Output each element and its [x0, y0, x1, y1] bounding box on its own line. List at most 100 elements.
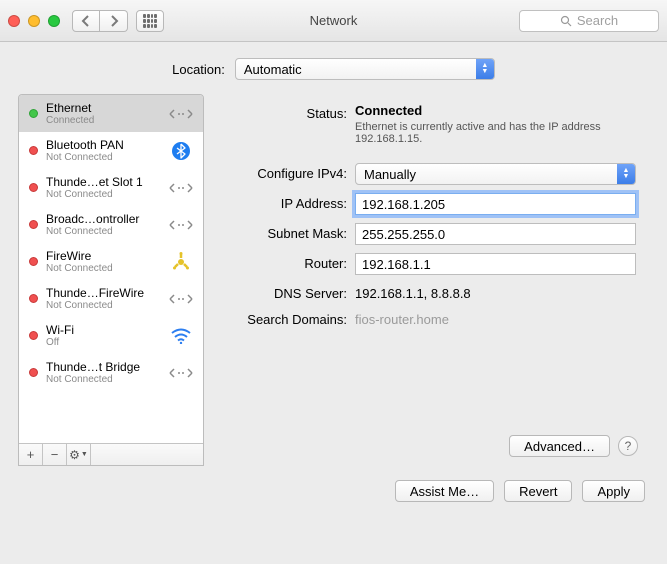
dns-server-value: 192.168.1.1, 8.8.8.8	[355, 283, 648, 301]
interface-item-bluetooth[interactable]: Bluetooth PAN Not Connected	[19, 132, 203, 169]
search-placeholder: Search	[577, 13, 618, 28]
interface-status: Not Connected	[46, 263, 167, 274]
interface-list: Ethernet Connected Bluetooth PAN Not Con…	[19, 95, 203, 443]
ethernet-icon	[167, 178, 195, 198]
interface-status: Not Connected	[46, 374, 167, 385]
interface-text: Thunde…et Slot 1 Not Connected	[46, 175, 167, 200]
window-title: Network	[310, 13, 358, 28]
status-dot-connected-icon	[29, 109, 38, 118]
back-button[interactable]	[72, 10, 100, 32]
interface-text: Wi-Fi Off	[46, 323, 167, 348]
interface-status: Not Connected	[46, 300, 167, 311]
window-controls	[8, 15, 60, 27]
advanced-row: Advanced… ?	[509, 435, 638, 457]
router-label: Router:	[217, 253, 355, 271]
help-button[interactable]: ?	[618, 436, 638, 456]
configure-ipv4-label: Configure IPv4:	[217, 163, 355, 181]
add-interface-button[interactable]: +	[19, 444, 43, 465]
router-input[interactable]	[355, 253, 636, 275]
interface-item-ethernet[interactable]: Ethernet Connected	[19, 95, 203, 132]
ethernet-icon	[167, 363, 195, 383]
interface-name: Ethernet	[46, 101, 167, 115]
ethernet-icon	[167, 289, 195, 309]
search-input[interactable]: Search	[519, 10, 659, 32]
select-arrows-icon: ▲▼	[476, 59, 494, 79]
search-domains-value: fios-router.home	[355, 309, 648, 327]
grid-icon	[143, 14, 157, 28]
dns-server-label: DNS Server:	[217, 283, 355, 301]
content: Location: Automatic ▲▼ Ethernet Connecte…	[0, 42, 667, 514]
interface-item-wifi[interactable]: Wi-Fi Off	[19, 317, 203, 354]
interface-item-thunderbolt-firewire[interactable]: Thunde…FireWire Not Connected	[19, 280, 203, 317]
interface-item-broadcom[interactable]: Broadc…ontroller Not Connected	[19, 206, 203, 243]
location-row: Location: Automatic ▲▼	[18, 58, 649, 80]
interface-name: Wi-Fi	[46, 323, 167, 337]
search-domains-label: Search Domains:	[217, 309, 355, 327]
wifi-icon	[167, 326, 195, 346]
select-arrows-icon: ▲▼	[617, 164, 635, 184]
interface-status: Connected	[46, 115, 167, 126]
nav-buttons	[72, 10, 128, 32]
interface-text: FireWire Not Connected	[46, 249, 167, 274]
status-value: Connected	[355, 103, 422, 118]
sidebar-footer: + − ⚙▼	[19, 443, 203, 465]
interface-actions-button[interactable]: ⚙▼	[67, 444, 91, 465]
status-message: Ethernet is currently active and has the…	[355, 121, 605, 145]
bottom-buttons: Assist Me… Revert Apply	[18, 480, 649, 502]
ip-address-label: IP Address:	[217, 193, 355, 211]
gear-icon: ⚙	[69, 448, 80, 462]
interface-name: FireWire	[46, 249, 167, 263]
close-window-button[interactable]	[8, 15, 20, 27]
interface-name: Bluetooth PAN	[46, 138, 167, 152]
interface-item-firewire[interactable]: FireWire Not Connected	[19, 243, 203, 280]
forward-button[interactable]	[100, 10, 128, 32]
interface-name: Broadc…ontroller	[46, 212, 167, 226]
chevron-left-icon	[81, 15, 91, 27]
remove-interface-button[interactable]: −	[43, 444, 67, 465]
interface-item-thunderbolt-bridge[interactable]: Thunde…t Bridge Not Connected	[19, 354, 203, 391]
interface-text: Bluetooth PAN Not Connected	[46, 138, 167, 163]
interface-text: Broadc…ontroller Not Connected	[46, 212, 167, 237]
bluetooth-icon	[167, 141, 195, 161]
configure-ipv4-value: Manually	[364, 167, 416, 182]
assist-me-button[interactable]: Assist Me…	[395, 480, 494, 502]
main-row: Ethernet Connected Bluetooth PAN Not Con…	[18, 94, 649, 466]
location-value: Automatic	[244, 62, 302, 77]
interface-name: Thunde…t Bridge	[46, 360, 167, 374]
firewire-icon	[167, 252, 195, 272]
ip-address-input[interactable]	[355, 193, 636, 215]
minimize-window-button[interactable]	[28, 15, 40, 27]
status-dot-disconnected-icon	[29, 331, 38, 340]
interface-item-thunderbolt-slot1[interactable]: Thunde…et Slot 1 Not Connected	[19, 169, 203, 206]
interface-text: Thunde…FireWire Not Connected	[46, 286, 167, 311]
status-dot-disconnected-icon	[29, 294, 38, 303]
configure-ipv4-select[interactable]: Manually ▲▼	[355, 163, 636, 185]
show-all-button[interactable]	[136, 10, 164, 32]
status-dot-disconnected-icon	[29, 220, 38, 229]
interface-status: Off	[46, 337, 167, 348]
chevron-right-icon	[109, 15, 119, 27]
status-dot-disconnected-icon	[29, 146, 38, 155]
revert-button[interactable]: Revert	[504, 480, 572, 502]
subnet-mask-input[interactable]	[355, 223, 636, 245]
location-select[interactable]: Automatic ▲▼	[235, 58, 495, 80]
interface-status: Not Connected	[46, 189, 167, 200]
status-value-wrap: Connected Ethernet is currently active a…	[355, 103, 648, 145]
interface-text: Ethernet Connected	[46, 101, 167, 126]
advanced-button[interactable]: Advanced…	[509, 435, 610, 457]
status-label: Status:	[217, 103, 355, 121]
status-dot-disconnected-icon	[29, 183, 38, 192]
ethernet-icon	[167, 215, 195, 235]
subnet-mask-label: Subnet Mask:	[217, 223, 355, 241]
interface-status: Not Connected	[46, 152, 167, 163]
interface-text: Thunde…t Bridge Not Connected	[46, 360, 167, 385]
apply-button[interactable]: Apply	[582, 480, 645, 502]
location-label: Location:	[172, 62, 225, 77]
interface-status: Not Connected	[46, 226, 167, 237]
chevron-down-icon: ▼	[81, 451, 88, 458]
interface-sidebar: Ethernet Connected Bluetooth PAN Not Con…	[18, 94, 204, 466]
detail-pane: Status: Connected Ethernet is currently …	[216, 94, 649, 466]
zoom-window-button[interactable]	[48, 15, 60, 27]
interface-name: Thunde…FireWire	[46, 286, 167, 300]
ethernet-icon	[167, 104, 195, 124]
